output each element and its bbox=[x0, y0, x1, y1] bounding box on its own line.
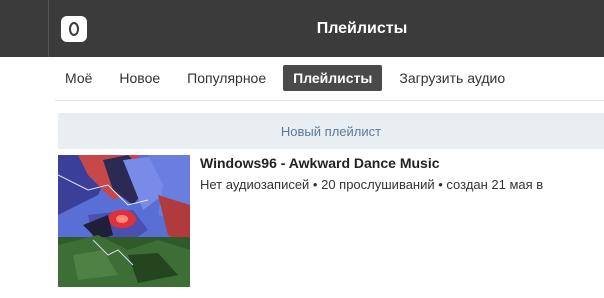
tab-playlists[interactable]: Плейлисты bbox=[283, 65, 383, 91]
divider bbox=[55, 100, 604, 101]
playlist-info: Windows96 - Awkward Dance Music Нет ауди… bbox=[200, 155, 604, 193]
playlist-cover-image[interactable] bbox=[58, 155, 190, 287]
cover-art-icon bbox=[58, 155, 190, 287]
playlist-title[interactable]: Windows96 - Awkward Dance Music bbox=[200, 155, 604, 171]
page-title: Плейлисты bbox=[316, 20, 408, 37]
tab-mine[interactable]: Моё bbox=[55, 65, 102, 91]
top-bar: Плейлисты bbox=[0, 0, 604, 57]
tab-popular[interactable]: Популярное bbox=[177, 65, 276, 91]
tab-upload-audio[interactable]: Загрузить аудио bbox=[389, 65, 515, 91]
playlist-meta: Нет аудиозаписей • 20 прослушиваний • со… bbox=[200, 177, 544, 192]
new-playlist-button[interactable]: Новый плейлист bbox=[58, 113, 604, 149]
tab-bar: Моё Новое Популярное Плейлисты Загрузить… bbox=[55, 63, 604, 93]
tab-new[interactable]: Новое bbox=[109, 65, 170, 91]
